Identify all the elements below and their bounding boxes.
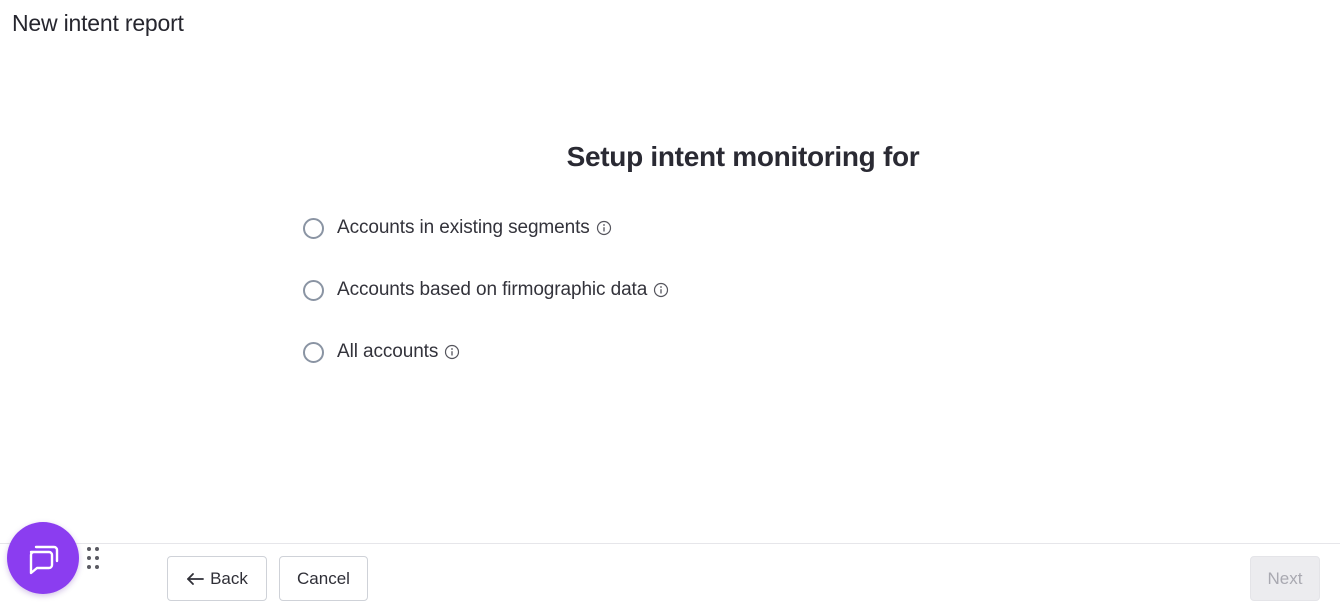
cancel-button-label: Cancel xyxy=(297,568,350,588)
monitoring-options: Accounts in existing segments Accounts b… xyxy=(303,212,669,398)
option-label: Accounts based on firmographic data xyxy=(337,279,648,300)
option-firmographic-data[interactable]: Accounts based on firmographic data xyxy=(303,274,669,306)
info-icon[interactable] xyxy=(444,344,460,360)
option-all-accounts[interactable]: All accounts xyxy=(303,336,669,368)
section-heading: Setup intent monitoring for xyxy=(566,141,920,172)
next-button[interactable]: Next xyxy=(1250,556,1320,601)
radio-existing-segments[interactable] xyxy=(303,217,324,239)
drag-handle-icon[interactable] xyxy=(86,546,100,570)
chat-bubble-icon xyxy=(29,545,59,575)
info-icon[interactable] xyxy=(653,282,669,298)
radio-firmographic-data[interactable] xyxy=(303,279,324,301)
option-label: Accounts in existing segments xyxy=(337,217,590,238)
page-title: New intent report xyxy=(12,10,184,36)
option-existing-segments[interactable]: Accounts in existing segments xyxy=(303,212,669,244)
info-icon[interactable] xyxy=(596,220,612,236)
radio-all-accounts[interactable] xyxy=(303,341,324,363)
footer-divider xyxy=(0,543,1340,544)
arrow-left-icon xyxy=(187,572,204,585)
cancel-button[interactable]: Cancel xyxy=(279,556,368,601)
page: New intent report Setup intent monitorin… xyxy=(0,0,1340,608)
option-label: All accounts xyxy=(337,341,439,362)
next-button-label: Next xyxy=(1267,568,1303,588)
chat-launcher-button[interactable] xyxy=(7,522,79,594)
back-button-label: Back xyxy=(210,568,248,588)
back-button[interactable]: Back xyxy=(167,556,267,601)
